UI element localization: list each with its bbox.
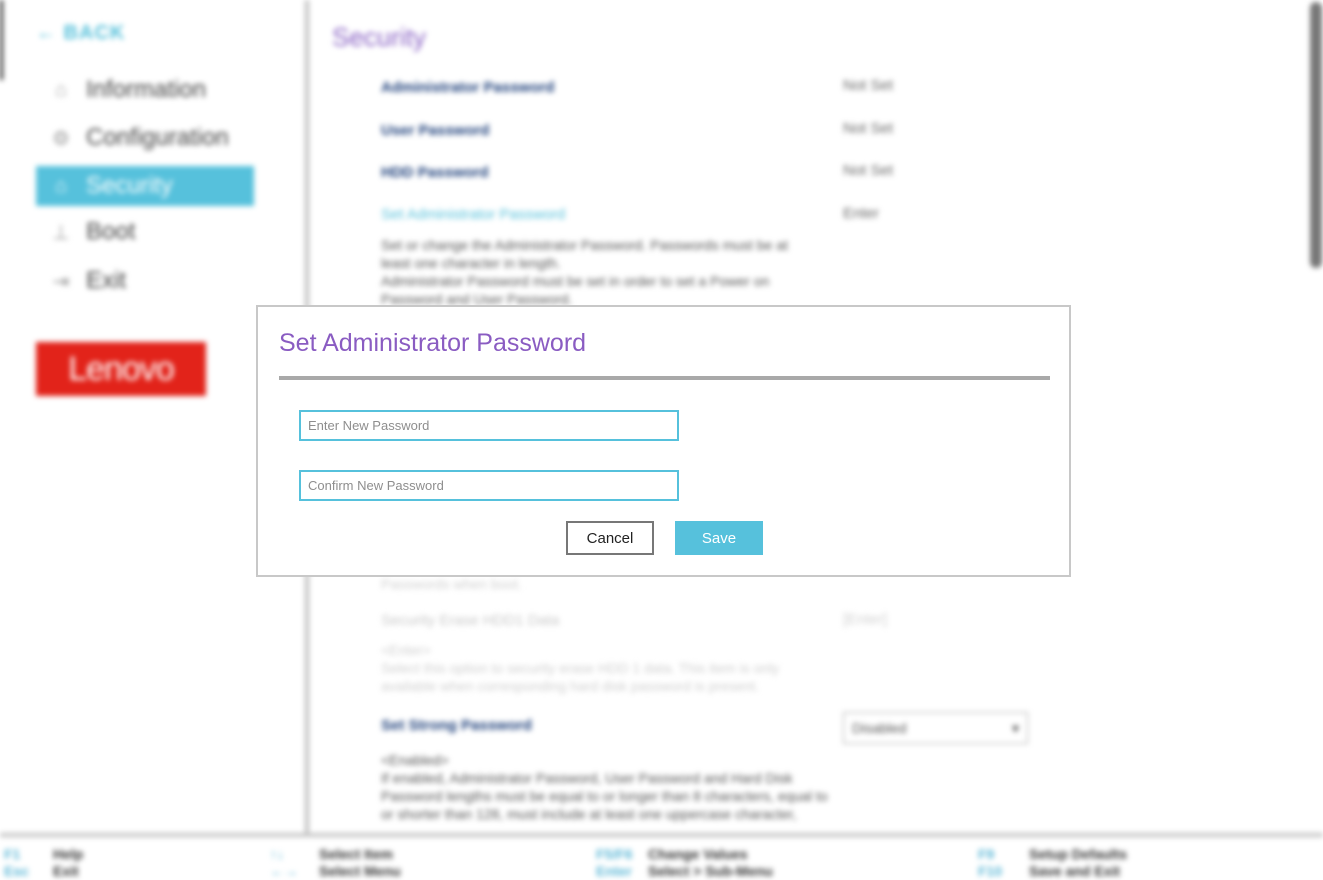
boot-icon: ⊥ xyxy=(52,221,70,244)
footer-key: F1 xyxy=(4,846,21,862)
footer-action: Select Menu xyxy=(319,863,401,879)
description-line: Administrator Password must be set in or… xyxy=(381,273,770,307)
set-admin-password-item[interactable]: Set Administrator Password xyxy=(381,206,565,223)
sidebar-item-security[interactable]: ⌂ Security xyxy=(36,166,254,206)
footer-key: Enter xyxy=(596,863,632,879)
security-erase-description: <Enter> Select this option to security e… xyxy=(381,641,831,695)
footer-action: Exit xyxy=(53,863,79,879)
footer-key: F5/F6 xyxy=(596,846,633,862)
hdd-password-label: HDD Password xyxy=(381,164,489,181)
set-admin-password-description: Set or change the Administrator Password… xyxy=(381,236,791,308)
admin-password-value: Not Set xyxy=(843,77,894,94)
confirm-password-input[interactable] xyxy=(299,470,679,501)
back-button[interactable]: ← BACK xyxy=(36,22,125,45)
admin-password-label: Administrator Password xyxy=(381,79,555,96)
chevron-down-icon: ▾ xyxy=(1011,719,1019,736)
sidebar-item-label: Exit xyxy=(86,267,127,294)
footer-action: Change Values xyxy=(648,846,748,862)
description-line: <Enter> xyxy=(381,642,431,658)
strong-password-select[interactable]: Disabled ▾ xyxy=(843,712,1028,744)
footer-key: Esc xyxy=(4,863,29,879)
footer-action: Setup Defaults xyxy=(1029,846,1128,862)
footer-action: Save and Exit xyxy=(1029,863,1121,879)
exit-icon: ⇥ xyxy=(52,270,70,293)
sidebar-item-exit[interactable]: ⇥ Exit xyxy=(36,261,254,301)
settings-icon: ⚙ xyxy=(52,127,70,150)
sidebar-item-label: Information xyxy=(86,76,207,103)
dialog-divider xyxy=(279,376,1050,380)
sidebar-item-label: Configuration xyxy=(86,124,229,151)
sidebar-item-information[interactable]: ⌂ Information xyxy=(36,70,254,110)
scrollbar[interactable] xyxy=(1310,2,1322,268)
user-password-value: Not Set xyxy=(843,120,894,137)
page-title: Security xyxy=(332,22,426,52)
footer-action: Select > Sub-Menu xyxy=(648,863,773,879)
security-erase-label[interactable]: Security Erase HDD1 Data xyxy=(381,612,559,629)
user-password-label: User Password xyxy=(381,122,490,139)
save-button[interactable]: Save xyxy=(675,521,763,555)
strong-password-description: <Enabled> If enabled, Administrator Pass… xyxy=(381,751,831,833)
description-line: Set or change the Administrator Password… xyxy=(381,237,788,271)
partial-description: Passwords when boot. xyxy=(381,576,522,592)
sidebar-item-boot[interactable]: ⊥ Boot xyxy=(36,212,254,252)
lock-icon: ⌂ xyxy=(54,174,68,197)
footer-action: Select Item xyxy=(319,846,393,862)
footer-divider xyxy=(0,833,1323,837)
lenovo-logo: Lenovo xyxy=(36,342,206,396)
set-admin-password-value: Enter xyxy=(843,205,879,222)
footer-key: ↑↓ xyxy=(270,846,284,862)
description-line: If enabled, Administrator Password, User… xyxy=(381,770,828,822)
sidebar-item-label: Boot xyxy=(86,218,136,245)
sidebar-item-label: Security xyxy=(86,172,173,199)
sidebar-item-configuration[interactable]: ⚙ Configuration xyxy=(36,118,254,158)
footer-key: F9 xyxy=(978,846,995,862)
new-password-input[interactable] xyxy=(299,410,679,441)
footer-action: Help xyxy=(53,846,84,862)
cancel-button[interactable]: Cancel xyxy=(566,521,654,555)
description-line: <Enabled> xyxy=(381,752,449,768)
dialog-title: Set Administrator Password xyxy=(279,329,587,357)
info-icon: ⌂ xyxy=(54,78,68,101)
description-line: Select this option to security erase HDD… xyxy=(381,660,780,694)
set-admin-password-dialog: Set Administrator Password Cancel Save xyxy=(256,305,1071,577)
strong-password-label: Set Strong Password xyxy=(381,717,532,734)
select-value: Disabled xyxy=(852,720,907,736)
window-edge xyxy=(0,0,3,80)
footer-key: F10 xyxy=(978,863,1003,879)
security-erase-value: [Enter] xyxy=(843,611,888,628)
footer-key: ←→ xyxy=(270,863,298,879)
hdd-password-value: Not Set xyxy=(843,162,894,179)
